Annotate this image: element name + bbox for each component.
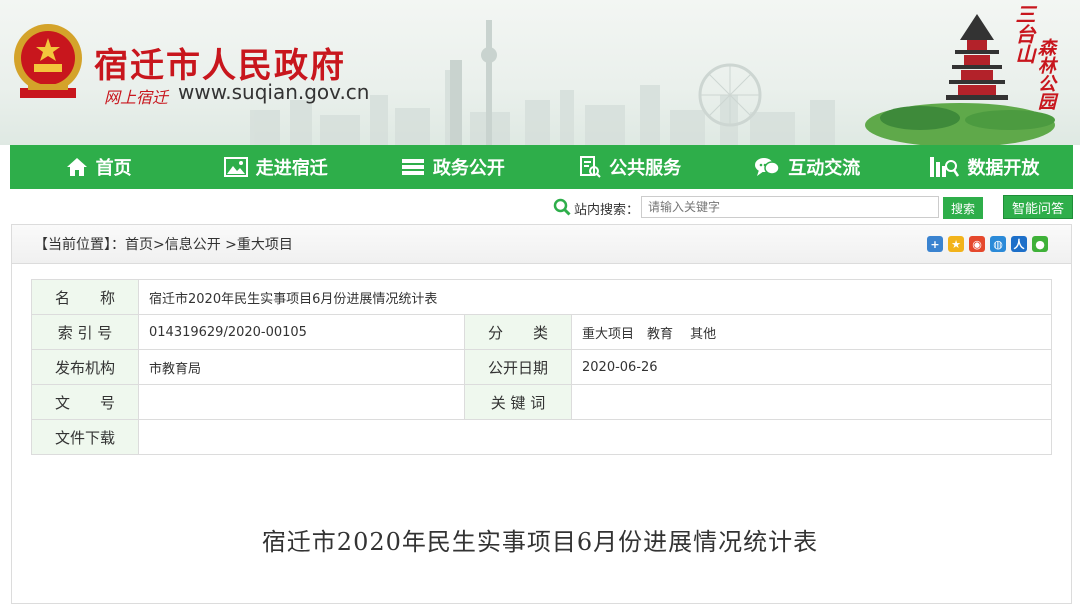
smart-qa-button[interactable]: 智能问答 bbox=[1003, 195, 1073, 219]
wechat-icon[interactable]: ● bbox=[1032, 236, 1048, 252]
weibo-icon[interactable]: ◉ bbox=[969, 236, 985, 252]
pagoda-scenery: 三台山 森林公园 bbox=[860, 0, 1080, 145]
keywords-label: 关 键 词 bbox=[464, 384, 572, 420]
docnum-label: 文 号 bbox=[31, 384, 139, 420]
nav-item-label: 互动交流 bbox=[788, 158, 861, 179]
name-value: 宿迁市2020年民生实事项目6月份进展情况统计表 bbox=[138, 279, 1052, 315]
calligraphy-park-name: 森林公园 bbox=[1035, 38, 1056, 110]
nav-item-label: 首页 bbox=[95, 158, 132, 179]
nav-item-home[interactable]: 首页 bbox=[10, 145, 187, 189]
search-bar: 站内搜索： 搜索 智能问答 bbox=[0, 195, 1080, 221]
search-icon bbox=[553, 198, 571, 216]
site-url: www.suqian.gov.cn bbox=[178, 80, 370, 104]
publisher-label: 发布机构 bbox=[31, 349, 139, 385]
name-label: 名 称 bbox=[31, 279, 139, 315]
search-input[interactable] bbox=[641, 196, 939, 218]
document-title: 宿迁市2020年民生实事项目6月份进展情况统计表 bbox=[261, 528, 819, 556]
docnum-value bbox=[138, 384, 465, 420]
nav-item-label: 公共服务 bbox=[609, 158, 682, 179]
index-value: 014319629/2020-00105 bbox=[138, 314, 465, 350]
breadcrumb-major-projects[interactable]: >重大项目 bbox=[221, 234, 293, 254]
nav-item-interaction[interactable]: 互动交流 bbox=[719, 145, 896, 189]
publisher-value: 市教育局 bbox=[138, 349, 465, 385]
site-calligraphy-subtitle: 网上宿迁 bbox=[104, 88, 169, 107]
nav-item-gov-affairs[interactable]: 政务公开 bbox=[364, 145, 541, 189]
category-value: 重大项目 教育 其他 bbox=[571, 314, 1052, 350]
nav-item-public-service[interactable]: 公共服务 bbox=[542, 145, 719, 189]
info-table: 名 称 宿迁市2020年民生实事项目6月份进展情况统计表 索 引 号 01431… bbox=[31, 279, 1052, 455]
search-label: 站内搜索： bbox=[574, 203, 640, 218]
date-value: 2020-06-26 bbox=[571, 349, 1052, 385]
nav-item-open-data[interactable]: 数据开放 bbox=[896, 145, 1073, 189]
table-row: 名 称 宿迁市2020年民生实事项目6月份进展情况统计表 bbox=[31, 279, 1052, 315]
table-row: 索 引 号 014319629/2020-00105 分 类 重大项目 教育 其… bbox=[31, 314, 1052, 350]
plus-share-icon[interactable]: + bbox=[927, 236, 943, 252]
breadcrumb-home[interactable]: 首页 bbox=[125, 234, 153, 254]
qzone-icon[interactable]: ★ bbox=[948, 236, 964, 252]
table-row: 文 号 关 键 词 bbox=[31, 384, 1052, 420]
download-label: 文件下载 bbox=[31, 419, 139, 455]
main-nav: 首页 走进宿迁 政务公开 公共服务 互动交流 数据开放 bbox=[10, 145, 1073, 189]
breadcrumb: 【当前位置】： 首页 >信息公开 >重大项目 bbox=[11, 224, 1072, 264]
site-header: 宿迁市人民政府 网上宿迁 www.suqian.gov.cn 三台山 森林公园 bbox=[0, 0, 1080, 145]
nav-item-label: 政务公开 bbox=[432, 158, 505, 179]
category-label: 分 类 bbox=[464, 314, 572, 350]
document-search-icon bbox=[580, 156, 601, 178]
national-emblem-icon bbox=[14, 24, 82, 98]
table-row: 文件下载 bbox=[31, 419, 1052, 455]
nav-item-about[interactable]: 走进宿迁 bbox=[187, 145, 364, 189]
breadcrumb-label: 【当前位置】： bbox=[34, 237, 125, 253]
date-label: 公开日期 bbox=[464, 349, 572, 385]
search-button[interactable]: 搜索 bbox=[943, 197, 983, 219]
table-row: 发布机构 市教育局 公开日期 2020-06-26 bbox=[31, 349, 1052, 385]
nav-item-label: 数据开放 bbox=[967, 158, 1040, 179]
data-search-icon bbox=[930, 157, 960, 177]
breadcrumb-info-public[interactable]: >信息公开 bbox=[153, 234, 221, 254]
picture-icon bbox=[223, 157, 248, 177]
home-icon bbox=[66, 158, 87, 176]
index-label: 索 引 号 bbox=[31, 314, 139, 350]
keywords-value bbox=[571, 384, 1052, 420]
chat-icon bbox=[755, 158, 781, 176]
download-value[interactable] bbox=[138, 419, 1052, 455]
qq-icon[interactable]: ◍ bbox=[990, 236, 1006, 252]
stack-icon bbox=[401, 159, 424, 175]
nav-item-label: 走进宿迁 bbox=[255, 158, 328, 179]
renren-icon[interactable]: 人 bbox=[1011, 236, 1027, 252]
share-toolbar: + ★ ◉ ◍ 人 ● bbox=[927, 236, 1048, 252]
